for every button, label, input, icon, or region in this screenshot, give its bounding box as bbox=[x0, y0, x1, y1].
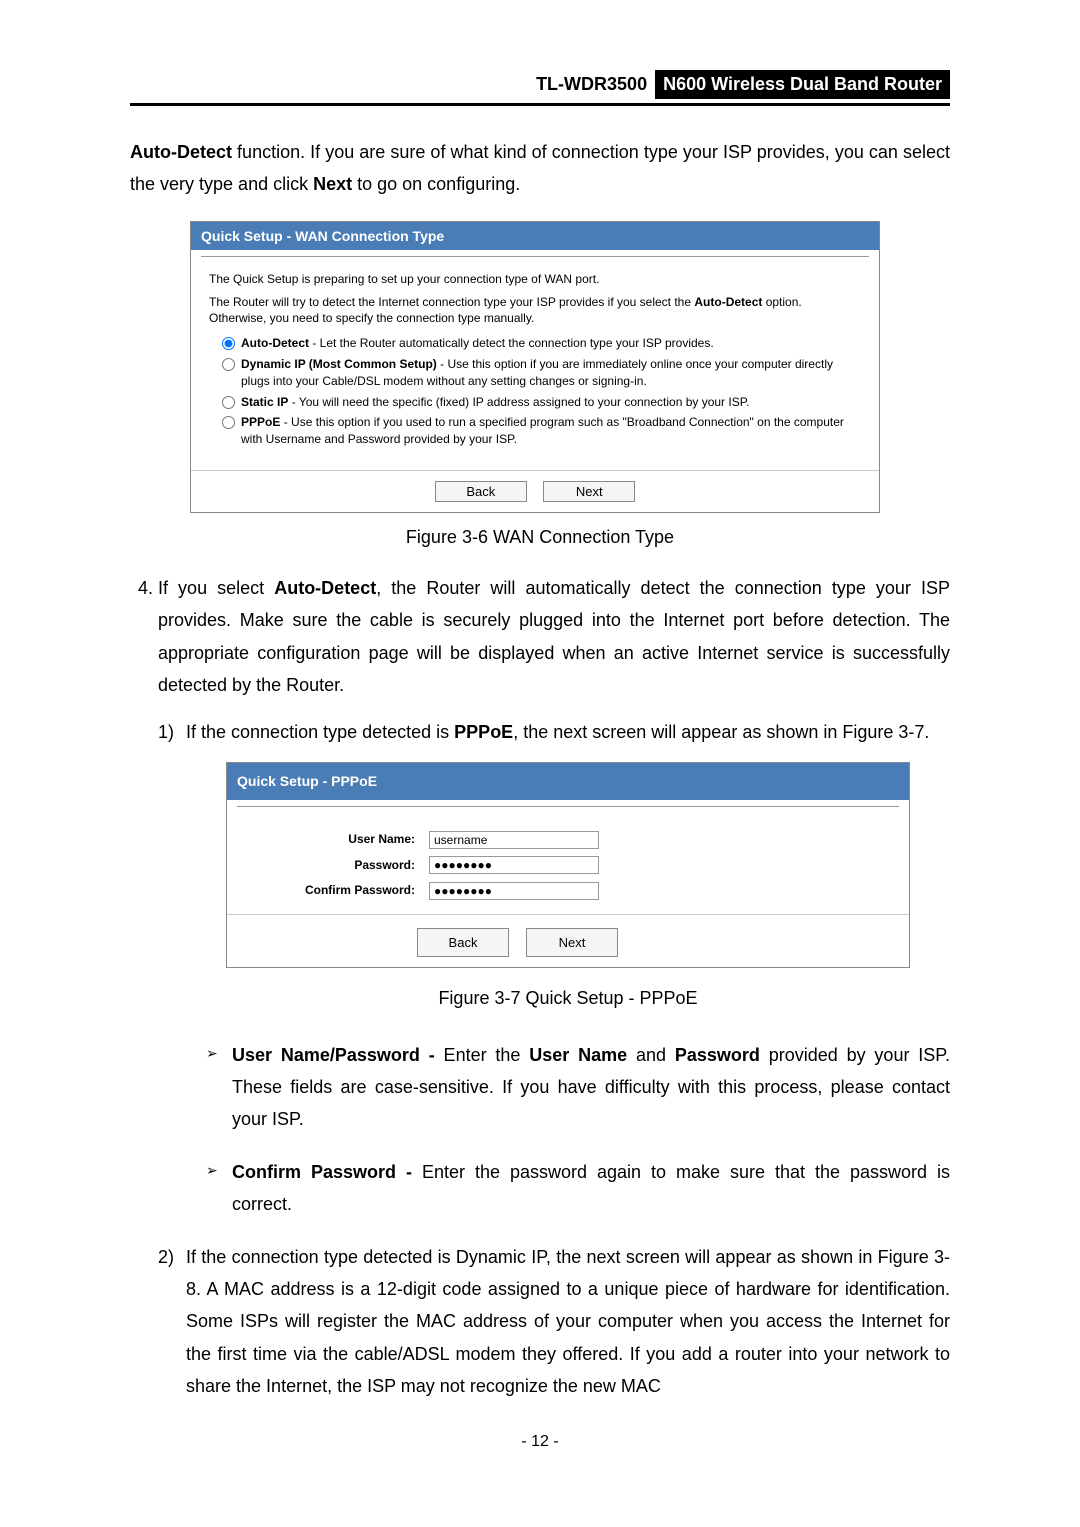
substep-1: 1) If the connection type detected is PP… bbox=[186, 716, 950, 1221]
substep-2-num: 2) bbox=[158, 1241, 174, 1273]
opt-static-ip: Static IP - You will need the specific (… bbox=[241, 394, 861, 411]
form-row-password: Password: bbox=[245, 855, 891, 877]
main-ordered-list: If you select Auto-Detect, the Router wi… bbox=[130, 572, 950, 1403]
opt-auto-rest: - Let the Router automatically detect th… bbox=[309, 336, 714, 350]
opt-static-rest: - You will need the specific (fixed) IP … bbox=[288, 395, 749, 409]
form-row-confirm-password: Confirm Password: bbox=[245, 880, 891, 902]
figure-3-7-caption: Figure 3-7 Quick Setup - PPPoE bbox=[186, 982, 950, 1014]
label-password: Password: bbox=[245, 855, 429, 877]
product-label: N600 Wireless Dual Band Router bbox=[655, 70, 950, 99]
next-button[interactable]: Next bbox=[526, 928, 618, 957]
bullet-username-password: User Name/Password - Enter the User Name… bbox=[232, 1039, 950, 1136]
screenshot-pppoe-title: Quick Setup - PPPoE bbox=[227, 763, 909, 800]
radio-static-ip[interactable] bbox=[222, 396, 235, 409]
screenshot-pppoe: Quick Setup - PPPoE User Name: Password: bbox=[226, 762, 910, 968]
step4-auto-detect-bold: Auto-Detect bbox=[274, 578, 376, 598]
opt-dynamic-ip: Dynamic IP (Most Common Setup) - Use thi… bbox=[241, 356, 861, 390]
substep-2: 2) If the connection type detected is Dy… bbox=[186, 1241, 950, 1403]
page-container: TL-WDR3500N600 Wireless Dual Band Router… bbox=[0, 0, 1080, 1527]
screenshot-wan-connection: Quick Setup - WAN Connection Type The Qu… bbox=[190, 221, 880, 513]
next-button[interactable]: Next bbox=[543, 481, 635, 502]
figure-3-6-caption: Figure 3-6 WAN Connection Type bbox=[130, 527, 950, 548]
page-number: - 12 - bbox=[130, 1433, 950, 1451]
un-bold: User Name/Password - bbox=[232, 1045, 435, 1065]
input-password[interactable] bbox=[429, 856, 599, 874]
radio-row-dynamic-ip: Dynamic IP (Most Common Setup) - Use thi… bbox=[209, 356, 861, 390]
screenshot-body: The Quick Setup is preparing to set up y… bbox=[191, 257, 879, 470]
radio-auto-detect[interactable] bbox=[222, 337, 235, 350]
input-username[interactable] bbox=[429, 831, 599, 849]
page-header: TL-WDR3500N600 Wireless Dual Band Router bbox=[130, 70, 950, 106]
un-and: and bbox=[627, 1045, 675, 1065]
next-bold: Next bbox=[313, 174, 352, 194]
ss-line2-bold: Auto-Detect bbox=[694, 295, 762, 309]
pppoe-form: User Name: Password: Confirm Password: bbox=[227, 807, 909, 914]
back-button[interactable]: Back bbox=[417, 928, 509, 957]
intro-text-b: to go on configuring. bbox=[352, 174, 520, 194]
form-row-username: User Name: bbox=[245, 829, 891, 851]
model-label: TL-WDR3500 bbox=[536, 74, 655, 95]
opt-pppoe: PPPoE - Use this option if you used to r… bbox=[241, 414, 861, 448]
radio-group: Auto-Detect - Let the Router automatical… bbox=[209, 335, 861, 448]
opt-auto-detect: Auto-Detect - Let the Router automatical… bbox=[241, 335, 861, 352]
opt-auto-bold: Auto-Detect bbox=[241, 336, 309, 350]
radio-pppoe[interactable] bbox=[222, 416, 235, 429]
un-pass-bold: Password bbox=[675, 1045, 760, 1065]
un-text-a: Enter the bbox=[435, 1045, 530, 1065]
radio-row-auto-detect: Auto-Detect - Let the Router automatical… bbox=[209, 335, 861, 352]
label-confirm-password: Confirm Password: bbox=[245, 880, 429, 902]
un-user-bold: User Name bbox=[529, 1045, 627, 1065]
pppoe-button-row: Back Next bbox=[227, 914, 909, 967]
ss-button-row: Back Next bbox=[191, 470, 879, 512]
input-confirm-password[interactable] bbox=[429, 882, 599, 900]
step-4: If you select Auto-Detect, the Router wi… bbox=[158, 572, 950, 1403]
intro-paragraph: Auto-Detect function. If you are sure of… bbox=[130, 136, 950, 201]
auto-detect-bold: Auto-Detect bbox=[130, 142, 232, 162]
substep-1-num: 1) bbox=[158, 716, 174, 748]
ss-line1: The Quick Setup is preparing to set up y… bbox=[209, 271, 861, 288]
opt-pppoe-rest: - Use this option if you used to run a s… bbox=[241, 415, 844, 446]
radio-dynamic-ip[interactable] bbox=[222, 358, 235, 371]
ss-line2a: The Router will try to detect the Intern… bbox=[209, 295, 694, 309]
arrow-list: User Name/Password - Enter the User Name… bbox=[186, 1039, 950, 1221]
screenshot-title: Quick Setup - WAN Connection Type bbox=[191, 222, 879, 250]
sub1-text-b: , the next screen will appear as shown i… bbox=[513, 722, 929, 742]
bullet-confirm-password: Confirm Password - Enter the password ag… bbox=[232, 1156, 950, 1221]
label-username: User Name: bbox=[245, 829, 429, 851]
cp-bold: Confirm Password - bbox=[232, 1162, 412, 1182]
sub1-text-a: If the connection type detected is bbox=[186, 722, 454, 742]
opt-static-bold: Static IP bbox=[241, 395, 288, 409]
intro-text-a: function. If you are sure of what kind o… bbox=[130, 142, 950, 194]
sub1-pppoe-bold: PPPoE bbox=[454, 722, 513, 742]
sub2-text: If the connection type detected is Dynam… bbox=[186, 1247, 950, 1397]
radio-row-static-ip: Static IP - You will need the specific (… bbox=[209, 394, 861, 411]
sub-list: 1) If the connection type detected is PP… bbox=[158, 716, 950, 1403]
step4-text-a: If you select bbox=[158, 578, 274, 598]
radio-row-pppoe: PPPoE - Use this option if you used to r… bbox=[209, 414, 861, 448]
ss-line2: The Router will try to detect the Intern… bbox=[209, 294, 861, 328]
back-button[interactable]: Back bbox=[435, 481, 527, 502]
opt-dynip-bold: Dynamic IP (Most Common Setup) bbox=[241, 357, 437, 371]
opt-pppoe-bold: PPPoE bbox=[241, 415, 280, 429]
